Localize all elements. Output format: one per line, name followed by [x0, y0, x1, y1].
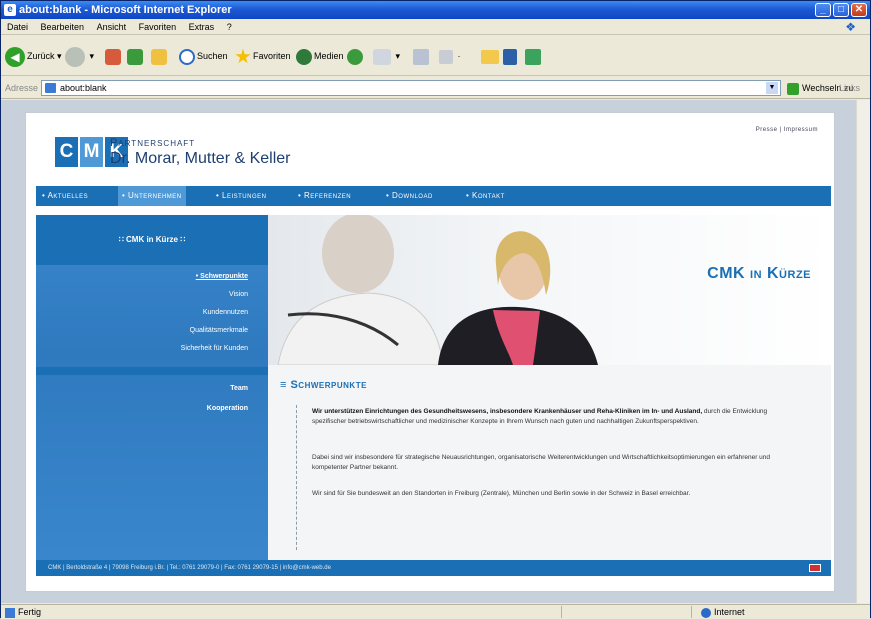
- logo-letter-c: C: [55, 137, 78, 167]
- browser-window: e about:blank - Microsoft Internet Explo…: [0, 0, 871, 619]
- menu-datei[interactable]: Datei: [7, 22, 28, 32]
- search-icon: [179, 48, 195, 65]
- paragraph-1: Wir unterstützen Einrichtungen des Gesun…: [312, 408, 768, 425]
- address-label: Adresse: [5, 83, 39, 93]
- maximize-button[interactable]: □: [833, 3, 849, 17]
- address-bar: Adresse about:blank ▼ Wechseln zu Links: [1, 77, 870, 99]
- page-icon: [45, 83, 56, 93]
- paragraph-3: Wir sind für Sie bundesweit an den Stand…: [312, 490, 691, 497]
- nav-kontakt[interactable]: • Kontakt: [466, 186, 505, 206]
- top-links[interactable]: Presse | Impressum: [756, 127, 818, 133]
- footer-text: CMK | Bertoldstraße 4 | 79098 Freiburg i…: [48, 565, 331, 571]
- address-value: about:blank: [60, 83, 107, 93]
- hero-photo: [277, 215, 598, 365]
- forward-button[interactable]: ▾: [65, 45, 94, 67]
- footer: CMK | Bertoldstraße 4 | 79098 Freiburg i…: [36, 560, 831, 576]
- home-icon: [151, 48, 167, 65]
- sidebar-item-kundennutzen[interactable]: Kundennutzen: [203, 309, 248, 316]
- paragraph-2: Dabei sind wir insbesondere für strategi…: [312, 454, 771, 471]
- nav-download[interactable]: • Download: [386, 186, 433, 206]
- menu-bearbeiten[interactable]: Bearbeiten: [41, 22, 85, 32]
- main-nav: • Aktuelles • Unternehmen • Leistungen •…: [36, 186, 831, 206]
- folder-icon: [481, 49, 499, 64]
- logo-subtitle: Partnerschaft: [110, 137, 196, 149]
- tools-button[interactable]: [525, 45, 543, 67]
- content-area: ≡ Schwerpunkte Wir unterstützen Einricht…: [268, 365, 831, 560]
- links-button[interactable]: Links: [839, 77, 860, 99]
- minimize-button[interactable]: _: [815, 3, 831, 17]
- website-page: Presse | Impressum CMK Partnerschaft Dr.…: [25, 112, 835, 592]
- toolbar: ◀ Zurück ▾ ▾ Suchen Favoriten Medien ▾ ·: [1, 36, 870, 76]
- sidebar-item-sicherheit[interactable]: Sicherheit für Kunden: [181, 345, 248, 352]
- edit-icon: [439, 49, 453, 64]
- window-title: about:blank - Microsoft Internet Explore…: [19, 4, 232, 16]
- sidebar-item-schwerpunkte[interactable]: • Schwerpunkte: [196, 273, 248, 280]
- messenger-button[interactable]: [503, 45, 519, 67]
- nav-unternehmen[interactable]: • Unternehmen: [118, 186, 186, 206]
- sidebar-heading[interactable]: ∷ CMK in Kürze ∷: [36, 215, 268, 265]
- logo-company-name: Dr. Morar, Mutter & Keller: [110, 150, 291, 167]
- menu-bar: Datei Bearbeiten Ansicht Favoriten Extra…: [1, 19, 870, 35]
- mail-icon: [373, 48, 391, 65]
- address-dropdown-icon[interactable]: ▼: [766, 82, 778, 94]
- favorites-button[interactable]: Favoriten: [235, 45, 291, 67]
- stop-icon: [105, 48, 121, 65]
- go-arrow-icon: [787, 82, 799, 95]
- media-button[interactable]: Medien: [296, 45, 344, 67]
- home-button[interactable]: [151, 45, 169, 67]
- folder-button[interactable]: [481, 45, 501, 67]
- menu-favoriten[interactable]: Favoriten: [139, 22, 177, 32]
- nav-referenzen[interactable]: • Referenzen: [298, 186, 351, 206]
- security-zone: Internet: [701, 605, 745, 619]
- flag-icon[interactable]: [809, 564, 821, 572]
- close-button[interactable]: ✕: [851, 3, 867, 17]
- media-icon: [296, 48, 312, 65]
- status-bar: Fertig Internet: [1, 604, 870, 619]
- nav-aktuelles[interactable]: • Aktuelles: [42, 186, 88, 206]
- refresh-button[interactable]: [127, 45, 145, 67]
- windows-logo-icon: ❖: [845, 20, 856, 34]
- nav-leistungen[interactable]: • Leistungen: [216, 186, 266, 206]
- globe-icon: [701, 607, 711, 618]
- logo-text: Partnerschaft Dr. Morar, Mutter & Keller: [110, 137, 291, 169]
- section-title: ≡ Schwerpunkte: [280, 379, 367, 391]
- forward-arrow-icon: [65, 46, 85, 67]
- status-divider: [691, 606, 692, 618]
- menu-extras[interactable]: Extras: [189, 22, 215, 32]
- print-button[interactable]: [413, 45, 431, 67]
- title-bar: e about:blank - Microsoft Internet Explo…: [1, 1, 870, 19]
- refresh-icon: [127, 48, 143, 65]
- sidebar: ∷ CMK in Kürze ∷ • Schwerpunkte Vision K…: [36, 215, 268, 560]
- menu-help[interactable]: ?: [227, 22, 232, 32]
- tools-icon: [525, 48, 541, 65]
- sidebar-separator: [36, 367, 268, 375]
- sidebar-item-kooperation[interactable]: Kooperation: [207, 405, 248, 412]
- menu-ansicht[interactable]: Ansicht: [97, 22, 127, 32]
- ie-icon: e: [4, 4, 16, 16]
- address-input[interactable]: about:blank ▼: [41, 80, 781, 96]
- mail-button[interactable]: ▾: [373, 45, 400, 67]
- sidebar-item-qualitaetsmerkmale[interactable]: Qualitätsmerkmale: [190, 327, 248, 334]
- star-icon: [235, 48, 251, 64]
- logo-letter-m: M: [80, 137, 103, 167]
- sidebar-item-team[interactable]: Team: [230, 385, 248, 392]
- status-divider: [561, 606, 562, 618]
- sidebar-item-vision[interactable]: Vision: [229, 291, 248, 298]
- back-arrow-icon: ◀: [5, 46, 25, 67]
- vertical-scrollbar[interactable]: [856, 100, 870, 603]
- history-button[interactable]: [347, 45, 365, 67]
- content-divider: [296, 405, 297, 550]
- stop-button[interactable]: [105, 45, 123, 67]
- history-icon: [347, 48, 363, 65]
- hero-title: CMK in Kürze: [707, 265, 811, 282]
- status-text: Fertig: [5, 605, 41, 619]
- page-status-icon: [5, 607, 15, 618]
- search-button[interactable]: Suchen: [179, 45, 228, 67]
- print-icon: [413, 48, 429, 65]
- page-viewport: Presse | Impressum CMK Partnerschaft Dr.…: [1, 100, 856, 603]
- messenger-icon: [503, 48, 517, 65]
- back-button[interactable]: ◀ Zurück ▾: [5, 45, 62, 67]
- edit-button[interactable]: ·: [439, 45, 461, 67]
- hero-banner: CMK in Kürze: [268, 215, 831, 365]
